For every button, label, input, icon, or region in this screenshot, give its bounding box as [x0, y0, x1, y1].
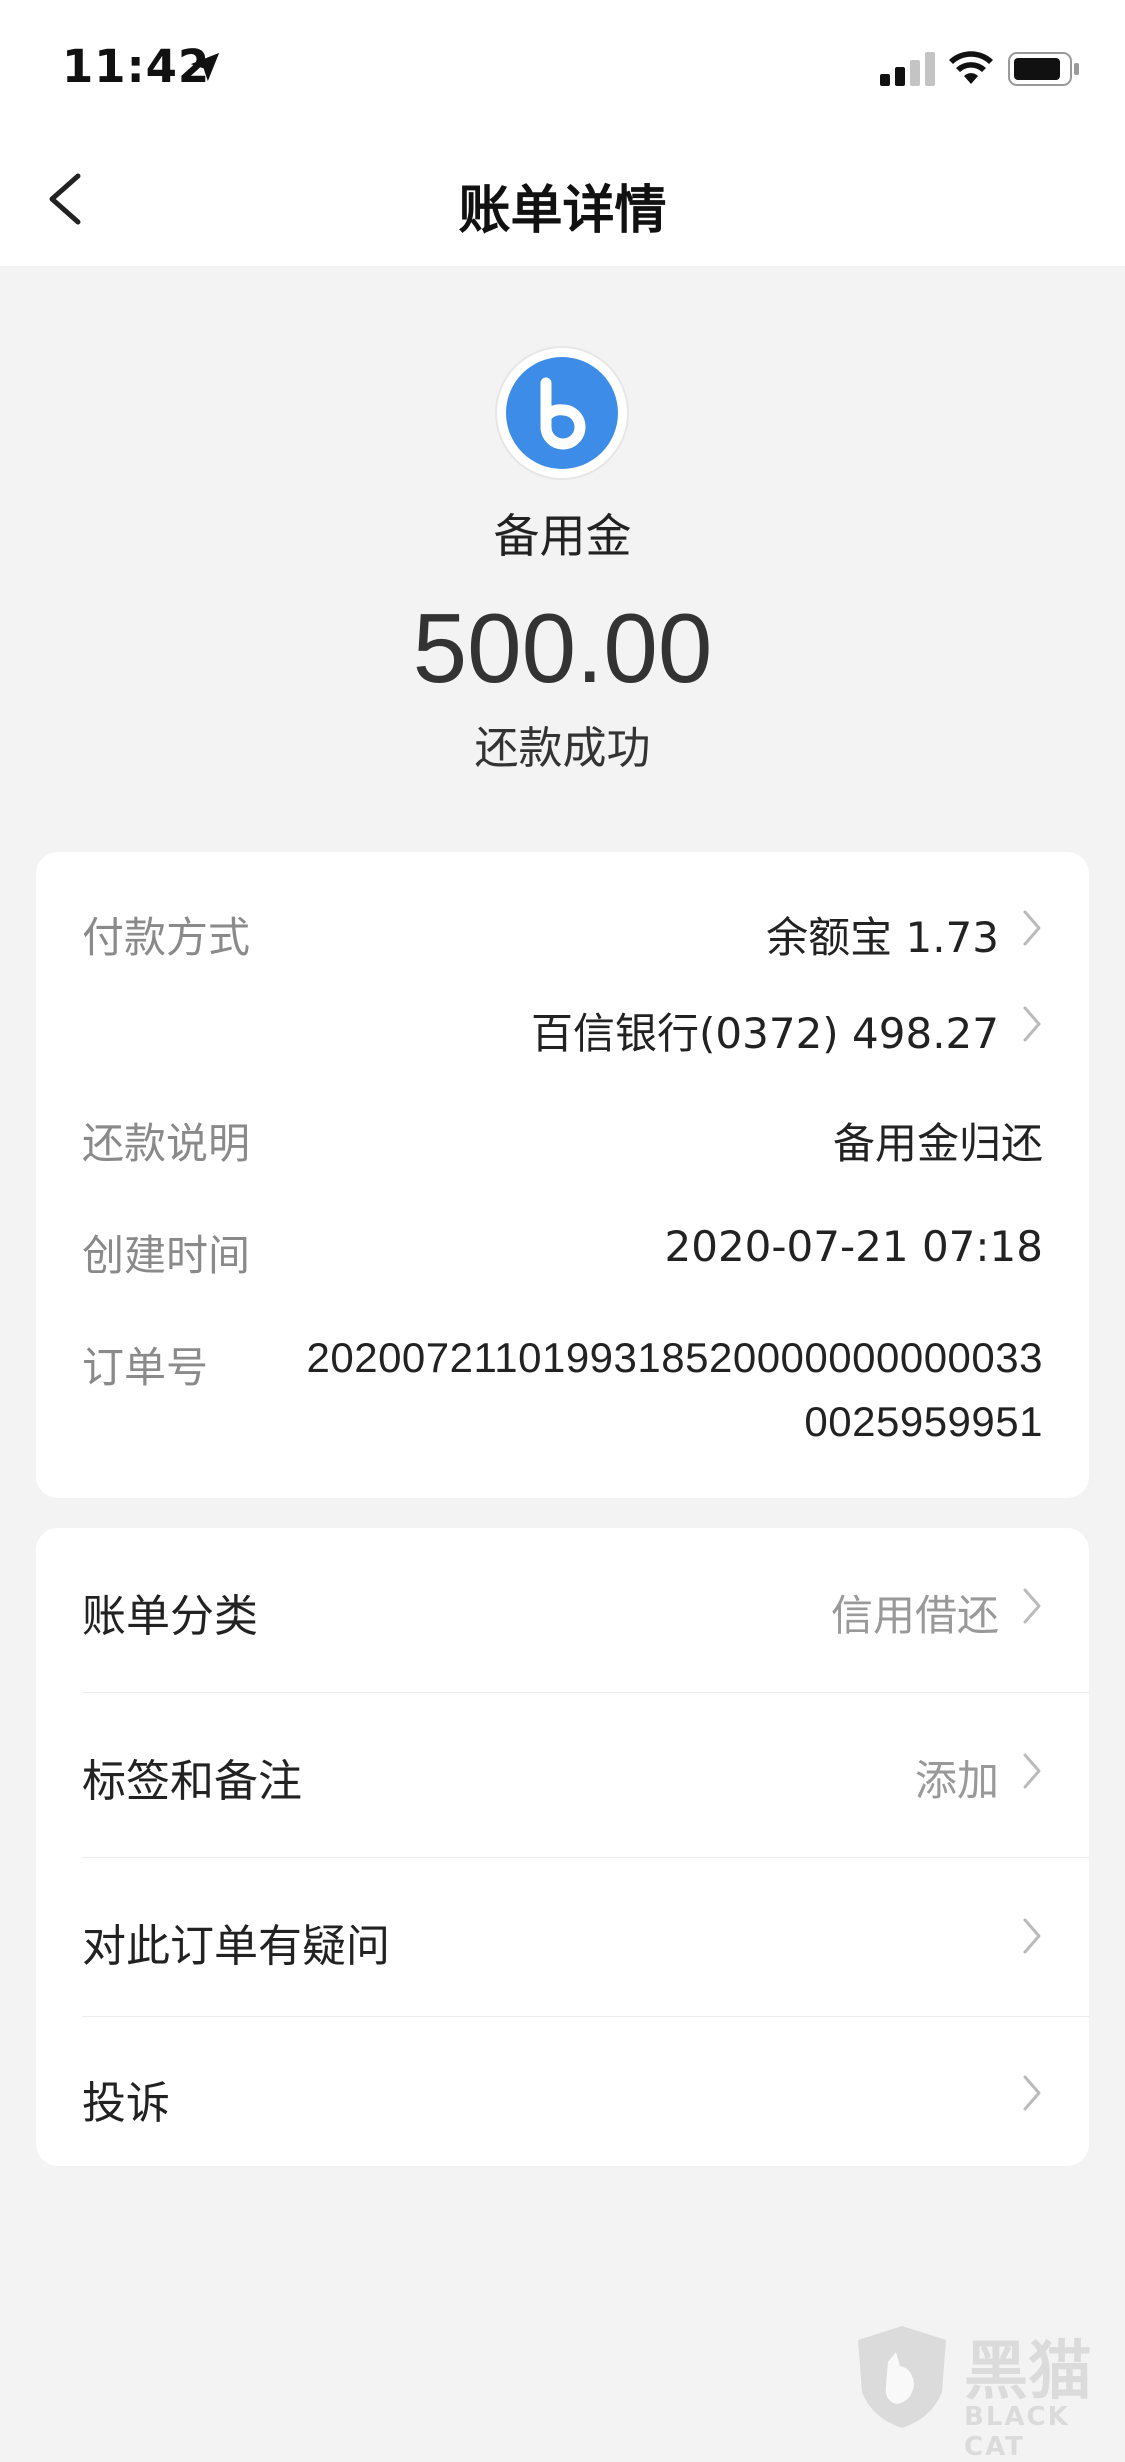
repay-note-label: 还款说明 [82, 1119, 251, 1168]
payment-item-label: 余额宝 1.73 [766, 913, 999, 962]
created-time-value: 2020-07-21 07:18 [664, 1222, 1043, 1271]
actions-card: 账单分类 信用借还 标签和备注 添加 对此订单有疑问 投诉 [36, 1528, 1089, 2166]
page-title: 账单详情 [458, 181, 667, 241]
chevron-right-icon [1023, 1006, 1041, 1042]
product-logo-icon [506, 357, 618, 469]
created-time-label: 创建时间 [82, 1231, 251, 1280]
row-label: 账单分类 [82, 1591, 258, 1642]
row-value: 信用借还 [830, 1591, 999, 1640]
detail-card: 付款方式 余额宝 1.73 百信银行(0372) 498.27 还款说明 备用金… [36, 852, 1089, 1498]
chevron-right-icon [1023, 2075, 1041, 2111]
row-bill-category[interactable]: 账单分类 信用借还 [36, 1528, 1089, 1692]
chevron-right-icon [1023, 1753, 1041, 1789]
watermark-subtext: BLACK CAT [964, 2402, 1070, 2462]
nav-bar: 账单详情 [0, 134, 1125, 266]
row-label: 标签和备注 [82, 1756, 302, 1807]
chevron-right-icon [1023, 1918, 1041, 1954]
row-value: 添加 [914, 1756, 999, 1805]
payment-method-label: 付款方式 [82, 913, 251, 962]
order-number-line2: 0025959951 [804, 1398, 1043, 1445]
row-tags-notes[interactable]: 标签和备注 添加 [36, 1693, 1089, 1857]
watermark-text: 黑猫 [964, 2335, 1092, 2409]
chevron-right-icon [1023, 1588, 1041, 1624]
battery-icon [1008, 52, 1079, 86]
watermark: 黑猫 BLACK CAT [852, 2318, 1125, 2462]
amount: 500.00 [412, 593, 713, 703]
row-complaint[interactable]: 投诉 [36, 2017, 1089, 2166]
location-arrow-icon [190, 52, 220, 82]
product-name: 备用金 [493, 509, 632, 563]
repay-note-value: 备用金归还 [832, 1119, 1043, 1168]
order-number-line1: 2020072110199318520000000000033 [306, 1334, 1043, 1381]
order-number-label: 订单号 [82, 1343, 209, 1392]
row-label: 投诉 [82, 2078, 170, 2129]
chevron-right-icon [1023, 910, 1041, 946]
transaction-status: 还款成功 [474, 723, 651, 774]
product-logo [497, 348, 627, 478]
row-order-question[interactable]: 对此订单有疑问 [36, 1858, 1089, 2016]
cat-shield-icon [858, 2326, 946, 2428]
status-bar: 11:42 [0, 0, 1125, 134]
row-label: 对此订单有疑问 [82, 1921, 390, 1972]
cellular-signal-icon [880, 52, 935, 86]
wifi-icon [949, 51, 993, 84]
payment-item-label: 百信银行(0372) 498.27 [531, 1009, 999, 1058]
